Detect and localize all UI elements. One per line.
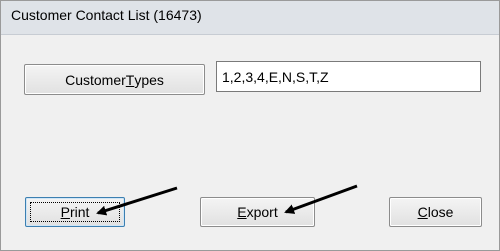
- customer-types-label-mnemonic: T: [125, 71, 135, 88]
- export-label-mnemonic: E: [237, 204, 247, 220]
- focus-rectangle: [30, 202, 120, 222]
- customer-types-label-prefix: Customer: [65, 71, 126, 88]
- window-title: Customer Contact List (16473): [11, 7, 202, 23]
- export-label-rest: xport: [246, 204, 278, 220]
- customer-contact-list-window: Customer Contact List (16473) Customer T…: [0, 0, 500, 251]
- window-titlebar: Customer Contact List (16473): [1, 1, 499, 35]
- export-button[interactable]: Export: [200, 197, 315, 227]
- print-button[interactable]: Print: [25, 197, 125, 227]
- customer-types-label-suffix: ypes: [134, 71, 164, 88]
- close-button[interactable]: Close: [389, 197, 482, 227]
- close-label-rest: lose: [427, 204, 454, 220]
- customer-types-button[interactable]: Customer Types: [24, 64, 205, 95]
- close-label-mnemonic: C: [417, 204, 428, 220]
- customer-types-field[interactable]: 1,2,3,4,E,N,S,T,Z: [216, 61, 481, 92]
